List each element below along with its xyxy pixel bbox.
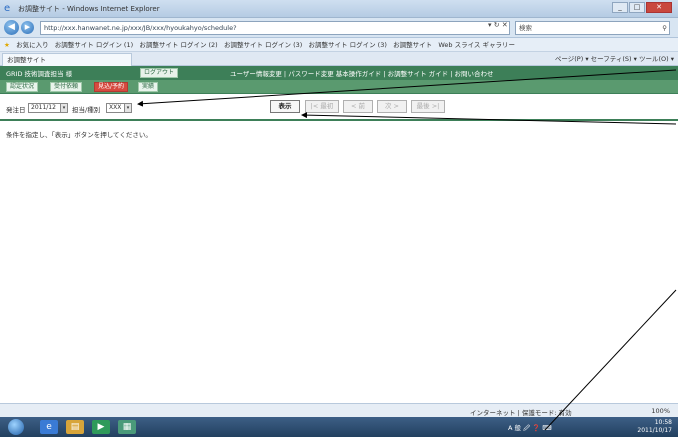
favorite-item[interactable]: Web スライス ギャラリー (438, 38, 515, 51)
taskbar: e ▤ ▶ ▦ A 般 🖉 ❓ ⌨ 10:58 2011/10/17 (0, 417, 678, 437)
app-header: GRID 技術調査担当 様 ログアウト ユーザー情報変更 | パスワード変更 基… (0, 66, 678, 80)
favorite-item[interactable]: お調整サイト (393, 38, 432, 51)
minimize-button[interactable]: _ (612, 2, 628, 13)
display-button[interactable]: 表示 (270, 100, 300, 113)
close-window-button[interactable]: ✕ (646, 2, 672, 13)
nav-request-button[interactable]: 受付依頼 (50, 82, 83, 92)
user-name: GRID 技術調査担当 様 (6, 70, 73, 78)
search-icon[interactable]: ⚲ (662, 22, 667, 34)
app-nav: 認定状況 受付依頼 見込/予約 実績 (0, 80, 678, 94)
category-select[interactable]: XXX ▾ (106, 103, 132, 113)
favorite-item[interactable]: お気に入り (16, 38, 49, 51)
forward-button[interactable]: ▶ (21, 21, 34, 34)
nav-forecast-button[interactable]: 見込/予約 (94, 82, 129, 92)
back-button[interactable]: ◀ (4, 20, 19, 35)
period-select[interactable]: 2011/12 ▾ (28, 103, 68, 113)
address-input[interactable]: http://xxx.hanwanet.ne.jp/xxx/JB/xxx/hyo… (40, 21, 510, 35)
search-placeholder: 検索 (519, 24, 532, 32)
tab-active[interactable]: お調整サイト (2, 53, 132, 66)
favorite-item[interactable]: お調整サイト ログイン (3) (309, 38, 387, 51)
category-label: 担当/種別 (72, 106, 101, 114)
clock-time: 10:58 (654, 419, 672, 426)
refresh-stop-icons[interactable]: ▾ ↻ ✕ (488, 21, 508, 29)
window-title: お調整サイト - Windows Internet Explorer (18, 5, 160, 13)
maximize-button[interactable]: □ (629, 2, 645, 13)
ie-taskbar-icon[interactable]: e (40, 420, 58, 434)
ie-logo-icon: e (4, 3, 11, 14)
next-page-button[interactable]: 次 > (377, 100, 407, 113)
period-value: 2011/12 (31, 104, 56, 111)
favorites-star-icon[interactable]: ★ (4, 38, 10, 51)
favorites-bar: ★ お気に入り お調整サイト ログイン (1) お調整サイト ログイン (2) … (0, 38, 678, 52)
prev-page-button[interactable]: < 前 (343, 100, 373, 113)
explorer-taskbar-icon[interactable]: ▤ (66, 420, 84, 434)
clock-date: 2011/10/17 (637, 427, 672, 434)
search-input[interactable]: 検索 ⚲ (515, 21, 670, 35)
chevron-down-icon: ▾ (60, 104, 67, 112)
category-value: XXX (109, 104, 122, 111)
browser-title-bar: e お調整サイト - Windows Internet Explorer _ □… (0, 0, 678, 18)
start-button[interactable] (8, 419, 24, 435)
favorite-item[interactable]: お調整サイト ログイン (3) (224, 38, 302, 51)
nav-status-button[interactable]: 認定状況 (6, 82, 39, 92)
clock[interactable]: 10:58 2011/10/17 (637, 419, 672, 435)
app-taskbar-icon[interactable]: ▦ (118, 420, 136, 434)
period-label: 発注日 (6, 106, 26, 114)
system-tray[interactable]: A 般 🖉 ❓ ⌨ (508, 422, 552, 435)
favorite-item[interactable]: お調整サイト ログイン (1) (55, 38, 133, 51)
nav-results-button[interactable]: 実績 (138, 82, 159, 92)
command-bar[interactable]: ページ(P) ▾ セーフティ(S) ▾ ツール(O) ▾ (555, 53, 674, 65)
tab-strip: お調整サイト ページ(P) ▾ セーフティ(S) ▾ ツール(O) ▾ (0, 52, 678, 66)
last-page-button[interactable]: 最後 >| (411, 100, 445, 113)
media-taskbar-icon[interactable]: ▶ (92, 420, 110, 434)
logout-button[interactable]: ログアウト (140, 68, 179, 78)
first-page-button[interactable]: |< 最初 (305, 100, 339, 113)
favorite-item[interactable]: お調整サイト ログイン (2) (139, 38, 217, 51)
status-bar: インターネット | 保護モード: 有効 100% (0, 403, 678, 417)
filter-row: 発注日 2011/12 ▾ 担当/種別 XXX ▾ 表示 |< 最初 < 前 次… (0, 95, 678, 121)
address-bar-row: ◀ ▶ http://xxx.hanwanet.ne.jp/xxx/JB/xxx… (0, 18, 678, 38)
header-links[interactable]: ユーザー情報変更 | パスワード変更 基本操作ガイド | お調整サイト ガイド … (230, 68, 493, 78)
security-zone: インターネット | 保護モード: 有効 (470, 409, 572, 417)
instruction-message: 条件を指定し、「表示」ボタンを押してください。 (6, 131, 152, 139)
window-controls: _ □ ✕ (612, 2, 672, 13)
chevron-down-icon: ▾ (124, 104, 131, 112)
zoom-level[interactable]: 100% (651, 407, 670, 415)
